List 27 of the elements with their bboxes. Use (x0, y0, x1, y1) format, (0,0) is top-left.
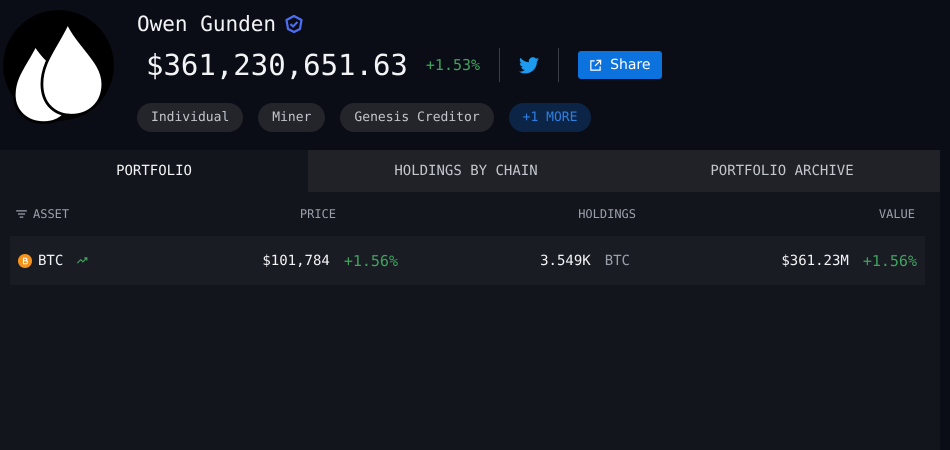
column-header: VALUE (878, 207, 915, 221)
asset-price: $101,784 (262, 252, 330, 268)
entity-tag: Miner (258, 103, 326, 132)
external-link-icon (589, 58, 602, 72)
trend-up-icon (77, 257, 88, 264)
column-header: HOLDINGS (578, 207, 636, 221)
share-button[interactable]: Share (578, 51, 662, 79)
holdings-unit: BTC (604, 252, 630, 268)
entity-tag: Individual (137, 103, 244, 132)
coin-icon (18, 254, 32, 268)
value-change: +1.56% (862, 252, 917, 270)
asset-symbol: BTC (38, 252, 64, 268)
price-change: +1.56% (344, 252, 398, 270)
holdings-amount: 3.549K (540, 252, 591, 268)
column-header: ASSET (33, 207, 70, 221)
entity-tag: Genesis Creditor (340, 103, 494, 132)
tab[interactable]: PORTFOLIO ARCHIVE (624, 150, 940, 192)
holdings-value: $361.23M (781, 252, 849, 268)
more-tags-button[interactable]: +1 MORE (508, 103, 592, 132)
entity-name: Owen Gunden (137, 12, 276, 36)
twitter-icon[interactable] (519, 56, 540, 74)
tab[interactable]: HOLDINGS BY CHAIN (308, 150, 624, 192)
balance-change: +1.53% (426, 56, 480, 74)
column-header: PRICE (300, 207, 336, 221)
table-row[interactable]: BTC $101,784 +1.56% 3.549K BTC $361.23M +1.56% (10, 236, 925, 285)
filter-icon[interactable] (16, 210, 27, 218)
total-balance: $361,230,651.63 (146, 48, 408, 82)
